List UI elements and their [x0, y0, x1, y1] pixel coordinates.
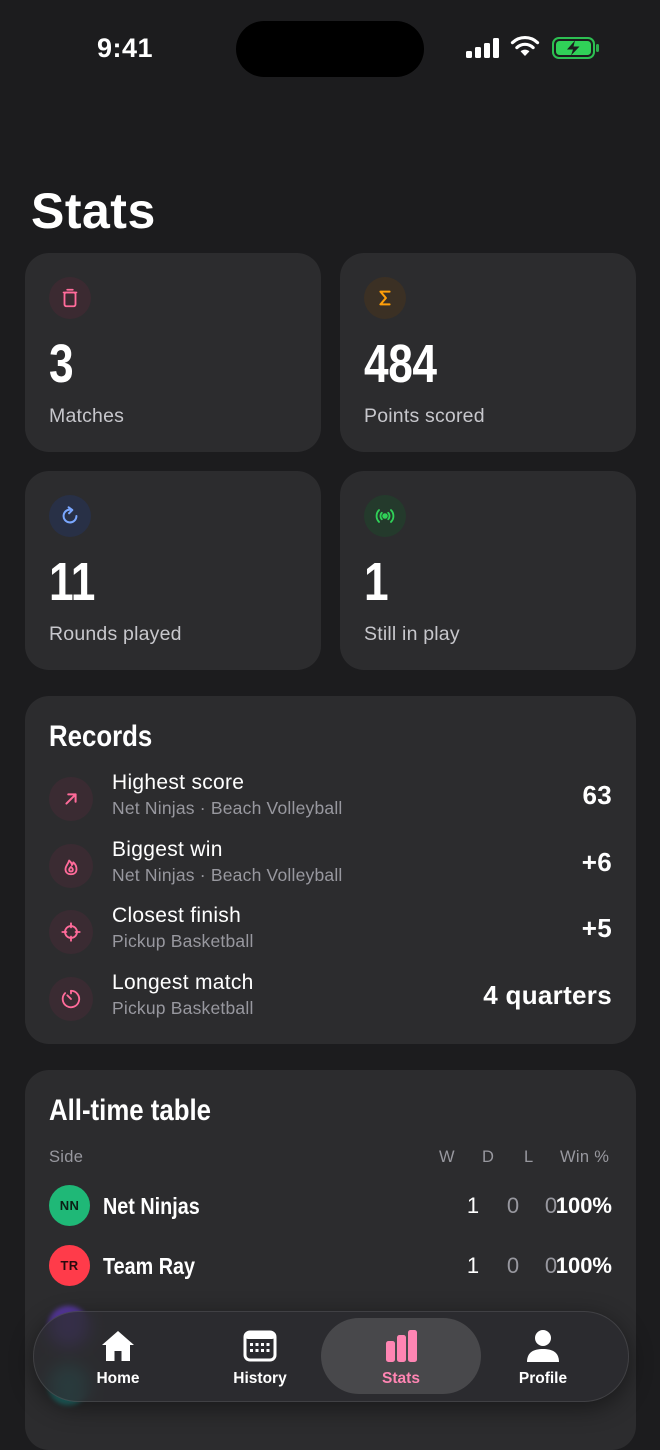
record-row-closest-finish[interactable]: Closest finish Pickup Basketball +5 [49, 902, 612, 962]
tab-label: History [233, 1370, 287, 1387]
crosshair-icon [49, 910, 93, 954]
table-header-d: D [482, 1148, 495, 1166]
sigma-icon [364, 277, 406, 319]
trash-can-icon [49, 277, 91, 319]
stat-label: Points scored [364, 405, 485, 427]
table-header-side: Side [49, 1148, 84, 1166]
status-bar: 9:41 [0, 0, 660, 100]
broadcast-icon [364, 495, 406, 537]
record-row-longest-match[interactable]: Longest match Pickup Basketball 4 quarte… [49, 969, 612, 1029]
record-subtitle: Pickup Basketball [112, 931, 254, 951]
table-title: All-time table [49, 1094, 212, 1127]
record-title: Closest finish [112, 904, 242, 927]
avatar: TR [49, 1245, 90, 1286]
table-row[interactable]: TR Team Ray 1 0 0 100% [49, 1245, 612, 1289]
tab-history[interactable]: History [190, 1312, 330, 1401]
record-row-highest-score[interactable]: Highest score Net Ninjas · Beach Volleyb… [49, 769, 612, 829]
table-header-l: L [524, 1148, 534, 1166]
table-row[interactable]: NN Net Ninjas 1 0 0 100% [49, 1185, 612, 1229]
flame-icon [49, 844, 93, 888]
wifi-icon [510, 35, 540, 56]
record-value: +6 [581, 847, 612, 877]
stat-card-still-in-play[interactable]: 1 Still in play [340, 471, 636, 670]
tab-label: Profile [518, 1370, 568, 1387]
tab-label: Home [96, 1370, 140, 1387]
page-title: Stats [31, 183, 156, 239]
record-value: 4 quarters [483, 980, 612, 1010]
table-header-w: W [439, 1148, 455, 1166]
record-subtitle: Net Ninjas · Beach Volleyball [112, 865, 343, 885]
record-value: +5 [581, 913, 612, 943]
record-value: 63 [582, 780, 612, 810]
win-pct-value: 100% [555, 1193, 612, 1218]
arrow-up-right-icon [49, 777, 93, 821]
avatar: NN [49, 1185, 90, 1226]
stat-value: 484 [364, 334, 437, 394]
table-header-win-pct: Win % [560, 1148, 610, 1166]
stat-card-points[interactable]: 484 Points scored [340, 253, 636, 452]
stat-label: Rounds played [49, 623, 182, 645]
calendar-icon [243, 1330, 277, 1362]
refresh-icon [49, 495, 91, 537]
record-title: Highest score [112, 771, 245, 794]
tab-label: Stats [382, 1370, 420, 1387]
record-title: Longest match [112, 971, 254, 994]
draws-value: 0 [506, 1193, 520, 1218]
record-subtitle: Pickup Basketball [112, 998, 254, 1018]
stat-label: Still in play [364, 623, 460, 645]
stat-label: Matches [49, 405, 125, 427]
person-icon [527, 1330, 559, 1362]
battery-charging-icon [552, 37, 599, 59]
wins-value: 1 [466, 1193, 480, 1218]
status-time: 9:41 [97, 33, 154, 63]
record-title: Biggest win [112, 838, 223, 861]
draws-value: 0 [506, 1253, 520, 1278]
stat-value: 11 [49, 552, 95, 612]
record-subtitle: Net Ninjas · Beach Volleyball [112, 798, 343, 818]
stat-value: 3 [49, 334, 74, 394]
tab-stats[interactable]: Stats [331, 1312, 471, 1401]
tab-bar: Home History Stats Profile [33, 1311, 629, 1402]
record-row-biggest-win[interactable]: Biggest win Net Ninjas · Beach Volleybal… [49, 836, 612, 896]
cellular-signal-icon [466, 38, 502, 58]
dynamic-island [236, 21, 424, 77]
side-name: Net Ninjas [103, 1193, 200, 1219]
side-name: Team Ray [103, 1253, 195, 1279]
timer-icon [49, 977, 93, 1021]
win-pct-value: 100% [555, 1253, 612, 1278]
bar-chart-icon [386, 1330, 417, 1362]
tab-profile[interactable]: Profile [473, 1312, 613, 1401]
stat-card-matches[interactable]: 3 Matches [25, 253, 321, 452]
stat-value: 1 [364, 552, 389, 612]
wins-value: 1 [466, 1253, 480, 1278]
tab-home[interactable]: Home [48, 1312, 188, 1401]
records-title: Records [49, 720, 153, 753]
stat-card-rounds[interactable]: 11 Rounds played [25, 471, 321, 670]
records-card: Records Highest score Net Ninjas · Beach… [25, 696, 636, 1044]
house-icon [102, 1331, 134, 1361]
